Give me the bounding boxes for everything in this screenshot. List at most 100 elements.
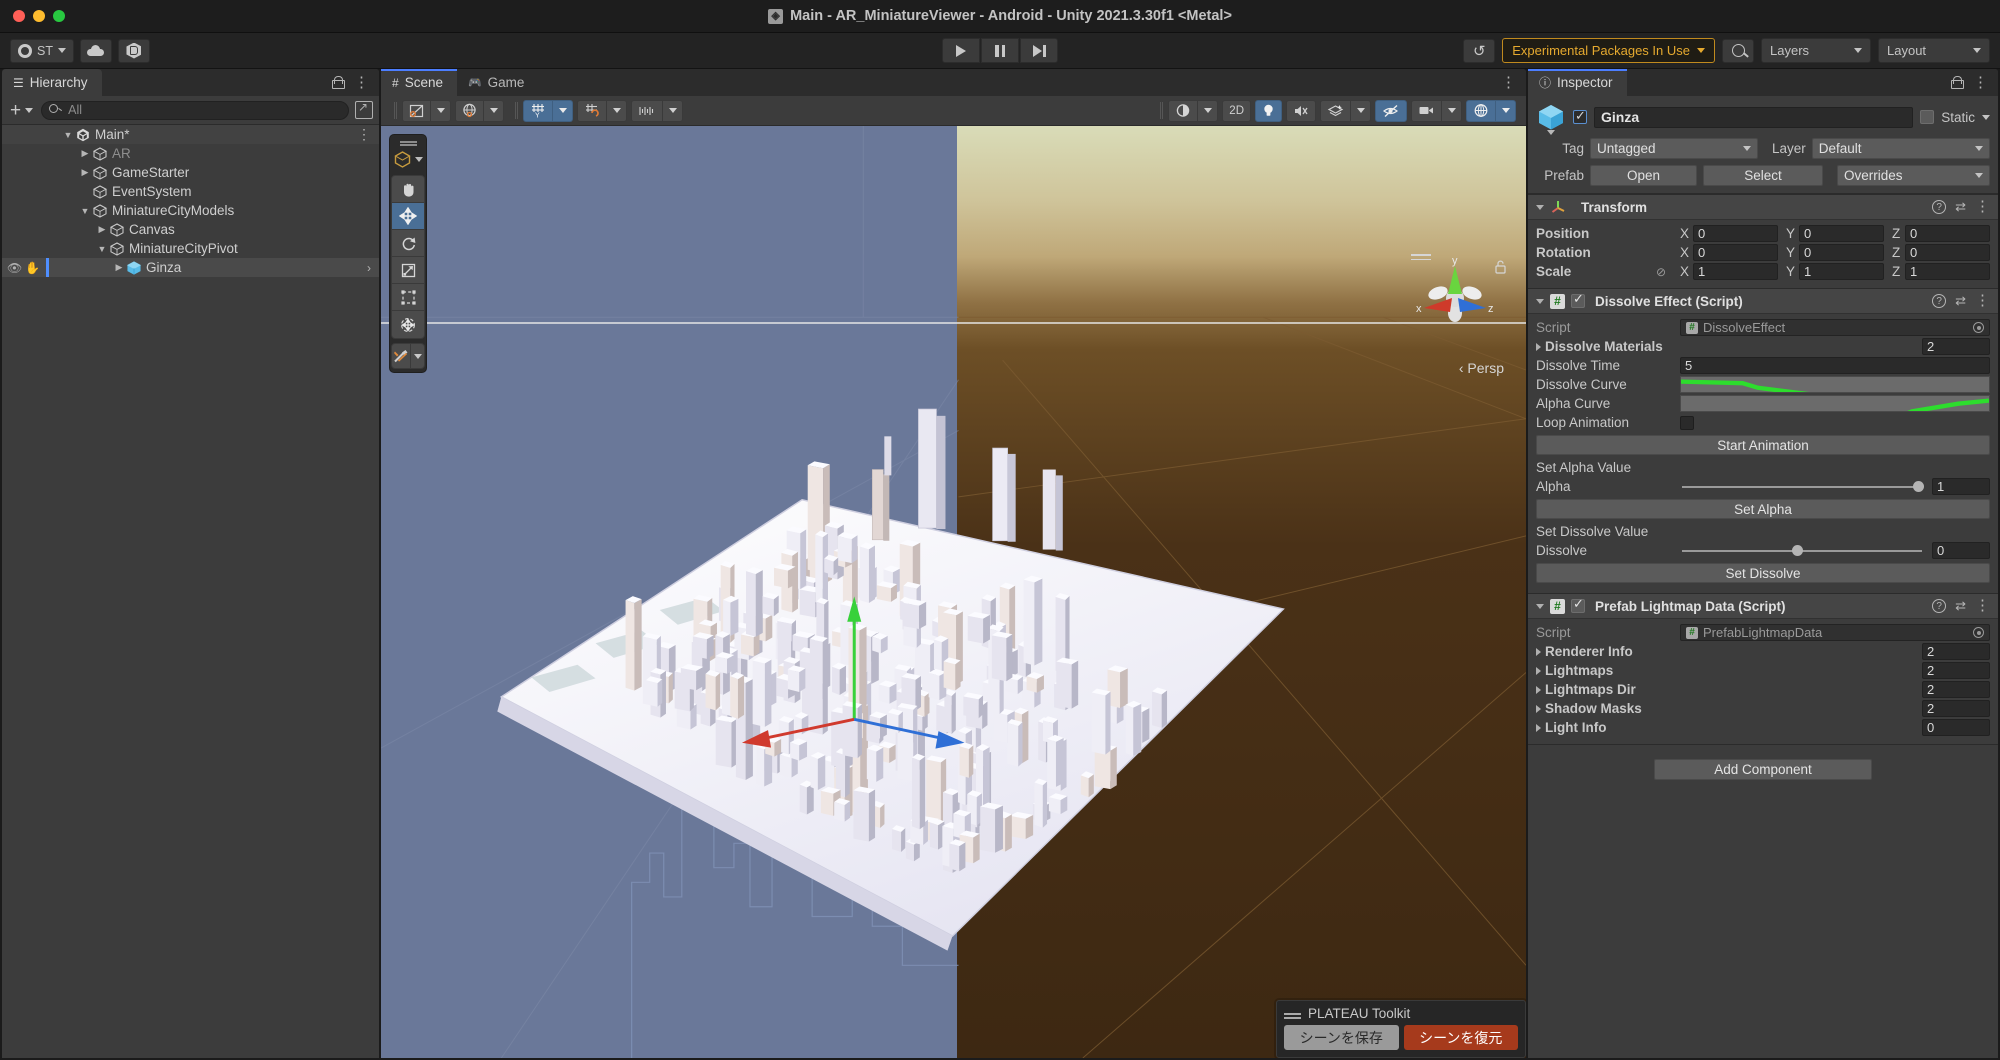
lightmap-row-shadow-masks[interactable]: Shadow Masks xyxy=(1536,699,1990,718)
grid-snapping-button[interactable] xyxy=(577,99,607,122)
scene-audio-button[interactable] xyxy=(1286,99,1316,122)
tab-hierarchy[interactable]: ☰ Hierarchy xyxy=(2,69,102,96)
collapse-triangle-icon[interactable] xyxy=(1536,204,1544,210)
prefab-open-button[interactable]: Open xyxy=(1590,165,1697,186)
scale-tool-button[interactable] xyxy=(392,257,424,284)
grid-visibility-button[interactable]: Y xyxy=(523,99,553,122)
mode-2d-button[interactable]: 2D xyxy=(1222,99,1251,122)
object-picker-icon[interactable] xyxy=(1973,627,1984,638)
component-menu-icon[interactable]: ⋮ xyxy=(1975,293,1990,308)
hierarchy-search-input[interactable] xyxy=(41,100,349,120)
script-object-field[interactable]: # DissolveEffect xyxy=(1680,319,1990,336)
plateau-toolkit-header[interactable]: PLATEAU Toolkit xyxy=(1284,1006,1518,1021)
visibility-controls[interactable]: 👁 ✋ xyxy=(2,262,46,274)
component-menu-icon[interactable]: ⋮ xyxy=(1975,199,1990,214)
lightmap-row-lightmaps[interactable]: Lightmaps xyxy=(1536,661,1990,680)
chevron-right-icon[interactable]: › xyxy=(367,261,371,275)
restore-scene-button[interactable]: シーンを復元 xyxy=(1403,1025,1518,1050)
expand-triangle-icon[interactable] xyxy=(1536,342,1541,351)
hierarchy-item-miniaturecitymodels[interactable]: ▼ MiniatureCityModels xyxy=(2,201,379,220)
dissolve-slider[interactable] xyxy=(1680,542,1924,559)
set-dissolve-button[interactable]: Set Dissolve xyxy=(1536,563,1990,583)
prefab-select-button[interactable]: Select xyxy=(1703,165,1823,186)
close-window-button[interactable] xyxy=(13,10,25,22)
collapse-triangle-icon[interactable] xyxy=(1536,298,1544,304)
gizmo-toggle-dropdown[interactable] xyxy=(1496,99,1516,122)
transform-scale-z[interactable] xyxy=(1905,263,1990,280)
rotate-tool-button[interactable] xyxy=(392,230,424,257)
view-mode-label[interactable]: ‹ Persp xyxy=(1459,360,1504,376)
search-button[interactable] xyxy=(1722,38,1754,63)
prefab-overrides-dropdown[interactable]: Overrides xyxy=(1837,165,1990,186)
scene-menu-icon[interactable]: ⋮ xyxy=(1501,75,1516,90)
transform-scale-y[interactable] xyxy=(1799,263,1884,280)
object-name-input[interactable] xyxy=(1594,106,1914,128)
lightmap-renderer-info-value[interactable] xyxy=(1922,643,1990,660)
expand-triangle-icon[interactable] xyxy=(1536,685,1541,694)
static-dropdown-icon[interactable] xyxy=(1982,114,1990,120)
lightmap-lightmaps-dir-value[interactable] xyxy=(1922,681,1990,698)
hierarchy-item-gamestarter[interactable]: ▶ GameStarter xyxy=(2,163,379,182)
save-scene-button[interactable]: シーンを保存 xyxy=(1284,1025,1399,1050)
twisty-icon[interactable]: ▼ xyxy=(94,244,110,254)
window-controls[interactable] xyxy=(0,10,65,22)
pickability-icon[interactable]: ✋ xyxy=(25,262,40,274)
account-button[interactable]: ST xyxy=(10,38,74,63)
transform-scale-x[interactable] xyxy=(1693,263,1778,280)
transform-rotation-z[interactable] xyxy=(1905,244,1990,261)
services-button[interactable] xyxy=(117,38,150,63)
transform-position-x[interactable] xyxy=(1693,225,1778,242)
lock-icon[interactable] xyxy=(1951,76,1964,89)
help-icon[interactable]: ? xyxy=(1932,200,1947,214)
transform-header[interactable]: Transform ? ⇄ ⋮ xyxy=(1528,195,1998,220)
draw-mode-button[interactable] xyxy=(402,99,431,122)
cloud-button[interactable] xyxy=(79,38,112,63)
maximize-window-button[interactable] xyxy=(53,10,65,22)
expand-triangle-icon[interactable] xyxy=(1536,723,1541,732)
preset-icon[interactable]: ⇄ xyxy=(1955,598,1966,614)
tag-dropdown[interactable]: Untagged xyxy=(1590,138,1758,159)
lightmap-row-light-info[interactable]: Light Info xyxy=(1536,718,1990,737)
alpha-slider[interactable] xyxy=(1680,478,1924,495)
prefab-lightmap-header[interactable]: # Prefab Lightmap Data (Script) ? ⇄ ⋮ xyxy=(1528,594,1998,619)
pause-button[interactable] xyxy=(981,38,1019,63)
hand-tool-button[interactable] xyxy=(392,176,424,203)
prefab-lightmap-enabled-checkbox[interactable] xyxy=(1571,596,1585,613)
layers-dropdown[interactable]: Layers xyxy=(1761,38,1871,63)
scene-viewport[interactable]: y x z ‹ Persp PLATEAU Toolkit シーンを保存 シーン… xyxy=(381,126,1526,1058)
preset-icon[interactable]: ⇄ xyxy=(1955,199,1966,215)
move-gizmo[interactable] xyxy=(381,126,1526,1058)
tab-scene[interactable]: # Scene xyxy=(381,69,457,96)
dissolve-value-input[interactable] xyxy=(1932,542,1990,559)
eye-icon[interactable]: 👁 xyxy=(7,262,22,274)
hierarchy-item-eventsystem[interactable]: EventSystem xyxy=(2,182,379,201)
set-alpha-button[interactable]: Set Alpha xyxy=(1536,499,1990,519)
effects-dropdown[interactable] xyxy=(1351,99,1371,122)
twisty-icon[interactable]: ▶ xyxy=(94,224,110,235)
minimize-window-button[interactable] xyxy=(33,10,45,22)
custom-tools-dropdown[interactable] xyxy=(410,344,424,368)
play-button[interactable] xyxy=(942,38,980,63)
dissolve-time-input[interactable] xyxy=(1680,357,1990,374)
scene-context-menu-icon[interactable]: ⋮ xyxy=(357,127,371,141)
effects-button[interactable] xyxy=(1320,99,1351,122)
alpha-curve-field[interactable] xyxy=(1680,395,1990,412)
dissolve-curve-field[interactable] xyxy=(1680,376,1990,393)
twisty-icon[interactable]: ▶ xyxy=(111,262,127,273)
loop-animation-checkbox[interactable] xyxy=(1680,415,1694,430)
transform-position-y[interactable] xyxy=(1799,225,1884,242)
transform-tool-button[interactable] xyxy=(392,311,424,338)
scene-visibility-button[interactable] xyxy=(1375,99,1407,122)
twisty-icon[interactable]: ▶ xyxy=(77,167,93,178)
grid-snapping-dropdown[interactable] xyxy=(607,99,627,122)
lightmap-row-lightmaps-dir[interactable]: Lightmaps Dir xyxy=(1536,680,1990,699)
script-object-field[interactable]: # PrefabLightmapData xyxy=(1680,624,1990,641)
scene-orientation-gizmo[interactable]: y x z xyxy=(1408,250,1503,345)
hierarchy-item-ar[interactable]: ▶ AR xyxy=(2,144,379,163)
grid-visibility-dropdown[interactable] xyxy=(553,99,573,122)
layer-dropdown[interactable]: Default xyxy=(1811,138,1990,159)
hierarchy-item-miniaturecitypivot[interactable]: ▼ MiniatureCityPivot xyxy=(2,239,379,258)
undo-history-button[interactable]: ↺ xyxy=(1463,38,1496,63)
expand-triangle-icon[interactable] xyxy=(1536,647,1541,656)
experimental-packages-badge[interactable]: Experimental Packages In Use xyxy=(1502,38,1715,63)
